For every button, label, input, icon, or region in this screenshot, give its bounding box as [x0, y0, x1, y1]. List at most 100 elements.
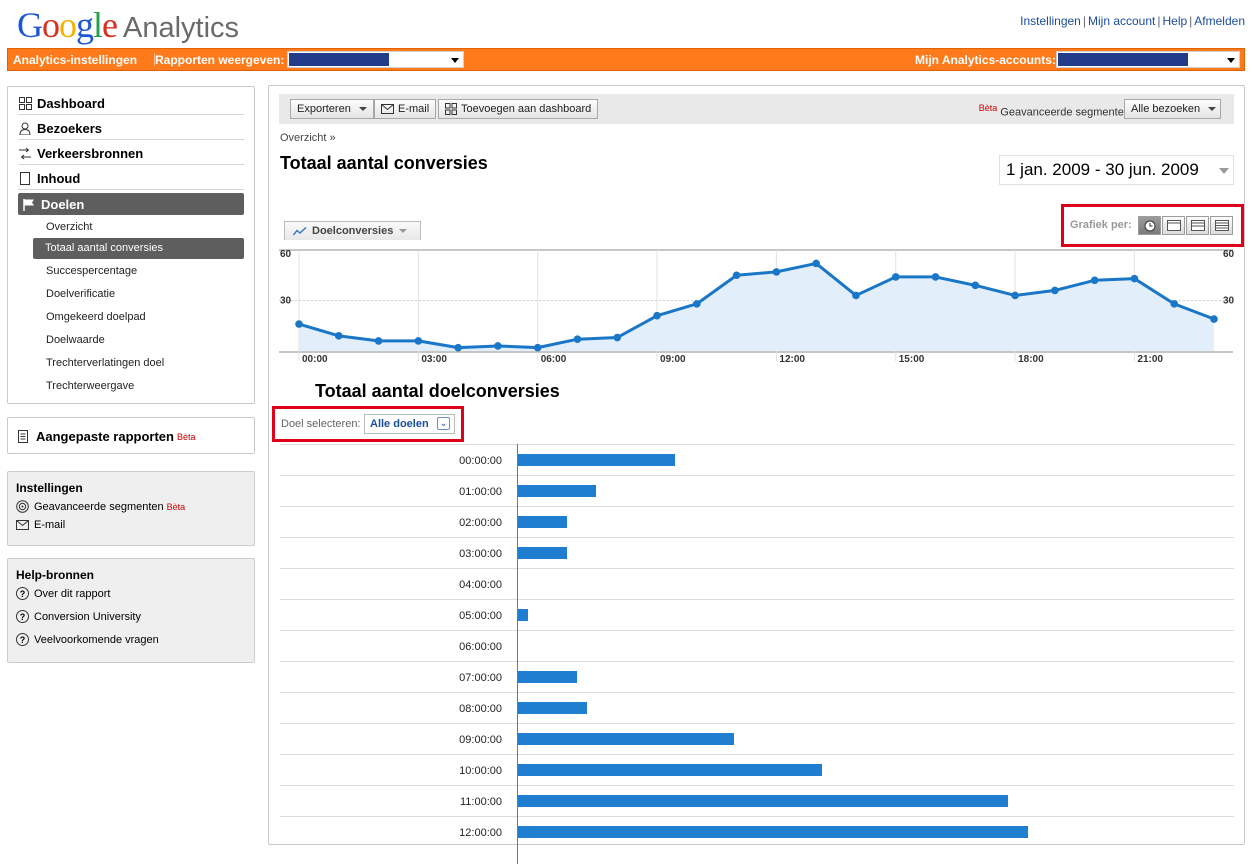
- table-row: 06:00:00: [280, 630, 1234, 661]
- data-point: [772, 268, 781, 276]
- dashboard-icon: [445, 103, 457, 115]
- link-mijn-account[interactable]: Mijn account: [1088, 14, 1155, 28]
- advanced-segments-link[interactable]: Geavanceerde segmenten Bèta: [16, 500, 185, 513]
- data-point: [931, 273, 940, 281]
- table-row: 07:00:00: [280, 661, 1234, 692]
- graph-by-hour-button[interactable]: [1138, 216, 1161, 235]
- email-button[interactable]: E-mail: [374, 99, 437, 119]
- help-title: Help-bronnen: [16, 568, 94, 582]
- x-tick-label: 06:00: [541, 354, 567, 365]
- data-point: [812, 259, 820, 268]
- add-to-dashboard-button[interactable]: Toevoegen aan dashboard: [438, 99, 599, 119]
- graph-metric-selector[interactable]: Doelconversies: [284, 221, 421, 240]
- help-faq-link[interactable]: ? Veelvoorkomende vragen: [16, 633, 159, 646]
- data-point: [414, 337, 423, 345]
- nav-doelen[interactable]: Doelen: [18, 193, 244, 215]
- data-point: [295, 320, 303, 328]
- account-select[interactable]: [1056, 51, 1240, 68]
- data-point: [1051, 286, 1059, 295]
- row-hour-label: 02:00:00: [459, 517, 502, 529]
- top-links: Instellingen | Mijn account | Help | Afmelden: [1020, 14, 1245, 28]
- conversion-bar: [518, 764, 823, 776]
- clock-icon: [1144, 220, 1156, 232]
- traffic-icon: [18, 147, 32, 161]
- conversion-bar: [518, 485, 597, 497]
- row-hour-label: 00:00:00: [459, 455, 502, 467]
- envelope-icon: [381, 104, 394, 114]
- breadcrumb[interactable]: Overzicht »: [280, 132, 336, 144]
- table-row: 02:00:00: [280, 506, 1234, 537]
- nav-verkeersbronnen[interactable]: Verkeersbronnen: [18, 143, 244, 165]
- nav-bezoekers[interactable]: Bezoekers: [18, 118, 244, 140]
- person-icon: [18, 122, 32, 136]
- help-icon: ?: [16, 633, 29, 646]
- segments-icon: [16, 500, 29, 513]
- beta-badge: Bèta: [176, 431, 196, 442]
- table-title: Totaal aantal doelconversies: [315, 381, 560, 401]
- help-icon: ?: [16, 610, 29, 623]
- graph-by-day-button[interactable]: [1162, 216, 1185, 235]
- settings-title: Instellingen: [16, 481, 83, 495]
- settings-panel: Instellingen Geavanceerde segmenten Bèta …: [7, 471, 255, 546]
- graph-by-week-button[interactable]: [1186, 216, 1209, 235]
- google-analytics-logo[interactable]: Google Analytics: [17, 4, 240, 45]
- data-point: [732, 271, 741, 280]
- sub-doelwaarde[interactable]: Doelwaarde: [46, 334, 105, 346]
- report-toolbar: Exporteren E-mail Toevoegen aan dashboar…: [279, 94, 1234, 124]
- page-title: Totaal aantal conversies: [280, 153, 488, 173]
- double-chevron-down-icon: ⌄: [437, 417, 450, 430]
- link-afmelden[interactable]: Afmelden: [1194, 14, 1245, 28]
- table-row: 09:00:00: [280, 723, 1234, 754]
- help-conversion-university-link[interactable]: ? Conversion University: [16, 610, 141, 623]
- x-tick-label: 12:00: [779, 354, 805, 365]
- analytics-settings-link[interactable]: Analytics-instellingen: [13, 53, 137, 67]
- nav-dashboard[interactable]: Dashboard: [18, 93, 244, 115]
- nav-inhoud[interactable]: Inhoud: [18, 168, 244, 190]
- goal-select[interactable]: Alle doelen ⌄: [364, 414, 455, 434]
- sub-omgekeerd-doelpad[interactable]: Omgekeerd doelpad: [46, 311, 146, 323]
- row-hour-label: 10:00:00: [459, 765, 502, 777]
- flag-icon: [22, 197, 36, 211]
- x-tick-label: 09:00: [660, 354, 686, 365]
- table-row: 04:00:00: [280, 568, 1234, 599]
- custom-reports-link[interactable]: Aangepaste rapporten Bèta: [18, 429, 196, 444]
- conversion-bar: [518, 671, 577, 683]
- data-point: [1011, 291, 1019, 300]
- conversion-bar: [518, 516, 568, 528]
- graph-by-month-button[interactable]: [1210, 216, 1233, 235]
- link-instellingen[interactable]: Instellingen: [1020, 14, 1081, 28]
- data-point: [1130, 274, 1139, 283]
- help-about-report-link[interactable]: ? Over dit rapport: [16, 587, 110, 600]
- segments-select[interactable]: Alle bezoeken: [1124, 99, 1221, 119]
- analytics-wordmark: Analytics: [123, 12, 240, 44]
- data-point: [573, 335, 582, 344]
- y-tick-label-right: 60: [1223, 249, 1235, 260]
- y-tick-label-left: 30: [280, 296, 292, 307]
- custom-reports-panel: Aangepaste rapporten Bèta: [7, 417, 255, 454]
- row-hour-label: 11:00:00: [459, 796, 502, 808]
- data-point: [494, 342, 502, 350]
- row-hour-label: 05:00:00: [459, 610, 502, 622]
- date-range-picker[interactable]: 1 jan. 2009 - 30 jun. 2009: [999, 155, 1234, 185]
- table-row: 00:00:00: [280, 444, 1234, 475]
- reports-label: Rapporten weergeven:: [155, 53, 285, 67]
- sub-trechterverlatingen-doel[interactable]: Trechterverlatingen doel: [46, 357, 164, 369]
- table-row: 01:00:00: [280, 475, 1234, 506]
- export-button[interactable]: Exporteren: [290, 99, 374, 119]
- table-row: 11:00:00: [280, 785, 1234, 816]
- dashboard-icon: [18, 97, 32, 111]
- data-point: [1210, 315, 1218, 323]
- sub-totaal-aantal-conversies[interactable]: Totaal aantal conversies: [33, 238, 244, 259]
- sub-overzicht[interactable]: Overzicht: [46, 221, 92, 233]
- x-tick-label: 00:00: [302, 354, 328, 365]
- table-row: 10:00:00: [280, 754, 1234, 785]
- email-settings-link[interactable]: E-mail: [16, 519, 65, 531]
- sub-succespercentage[interactable]: Succespercentage: [46, 265, 137, 277]
- sub-trechterweergave[interactable]: Trechterweergave: [46, 380, 134, 392]
- link-help[interactable]: Help: [1162, 14, 1187, 28]
- goal-select-area: Doel selecteren: Alle doelen ⌄: [272, 406, 464, 442]
- report-profile-select[interactable]: [287, 51, 464, 68]
- bar-axis: [517, 444, 518, 864]
- sub-doelverificatie[interactable]: Doelverificatie: [46, 288, 115, 300]
- x-tick-label: 15:00: [899, 354, 925, 365]
